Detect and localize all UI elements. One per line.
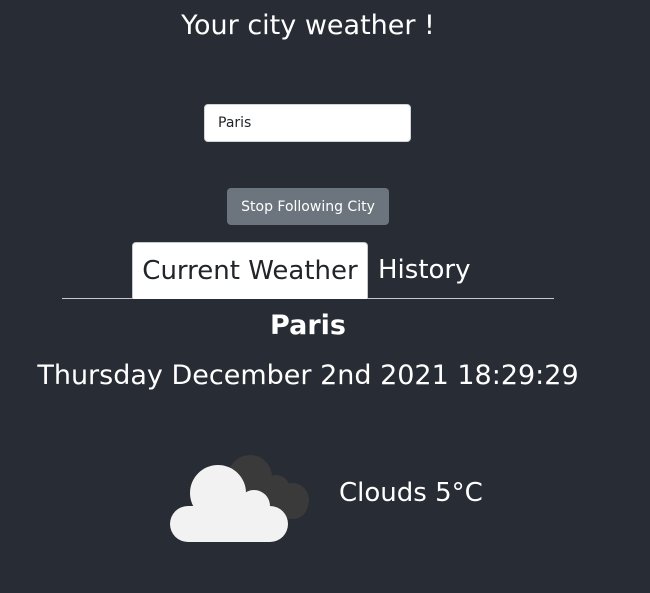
city-name: Paris [270,310,346,341]
city-input[interactable] [204,104,411,142]
weather-app: Your city weather ! Stop Following City … [0,0,650,593]
tab-current-weather[interactable]: Current Weather [132,242,368,299]
weather-tabs: Current Weather History [62,242,554,299]
date-time: Thursday December 2nd 2021 18:29:29 [37,360,579,391]
clouds-icon [170,455,309,542]
weather-condition: Clouds 5°C [339,478,483,508]
app-title: Your city weather ! [181,10,435,41]
stop-following-city-button[interactable]: Stop Following City [227,188,389,225]
tab-history[interactable]: History [378,242,478,298]
